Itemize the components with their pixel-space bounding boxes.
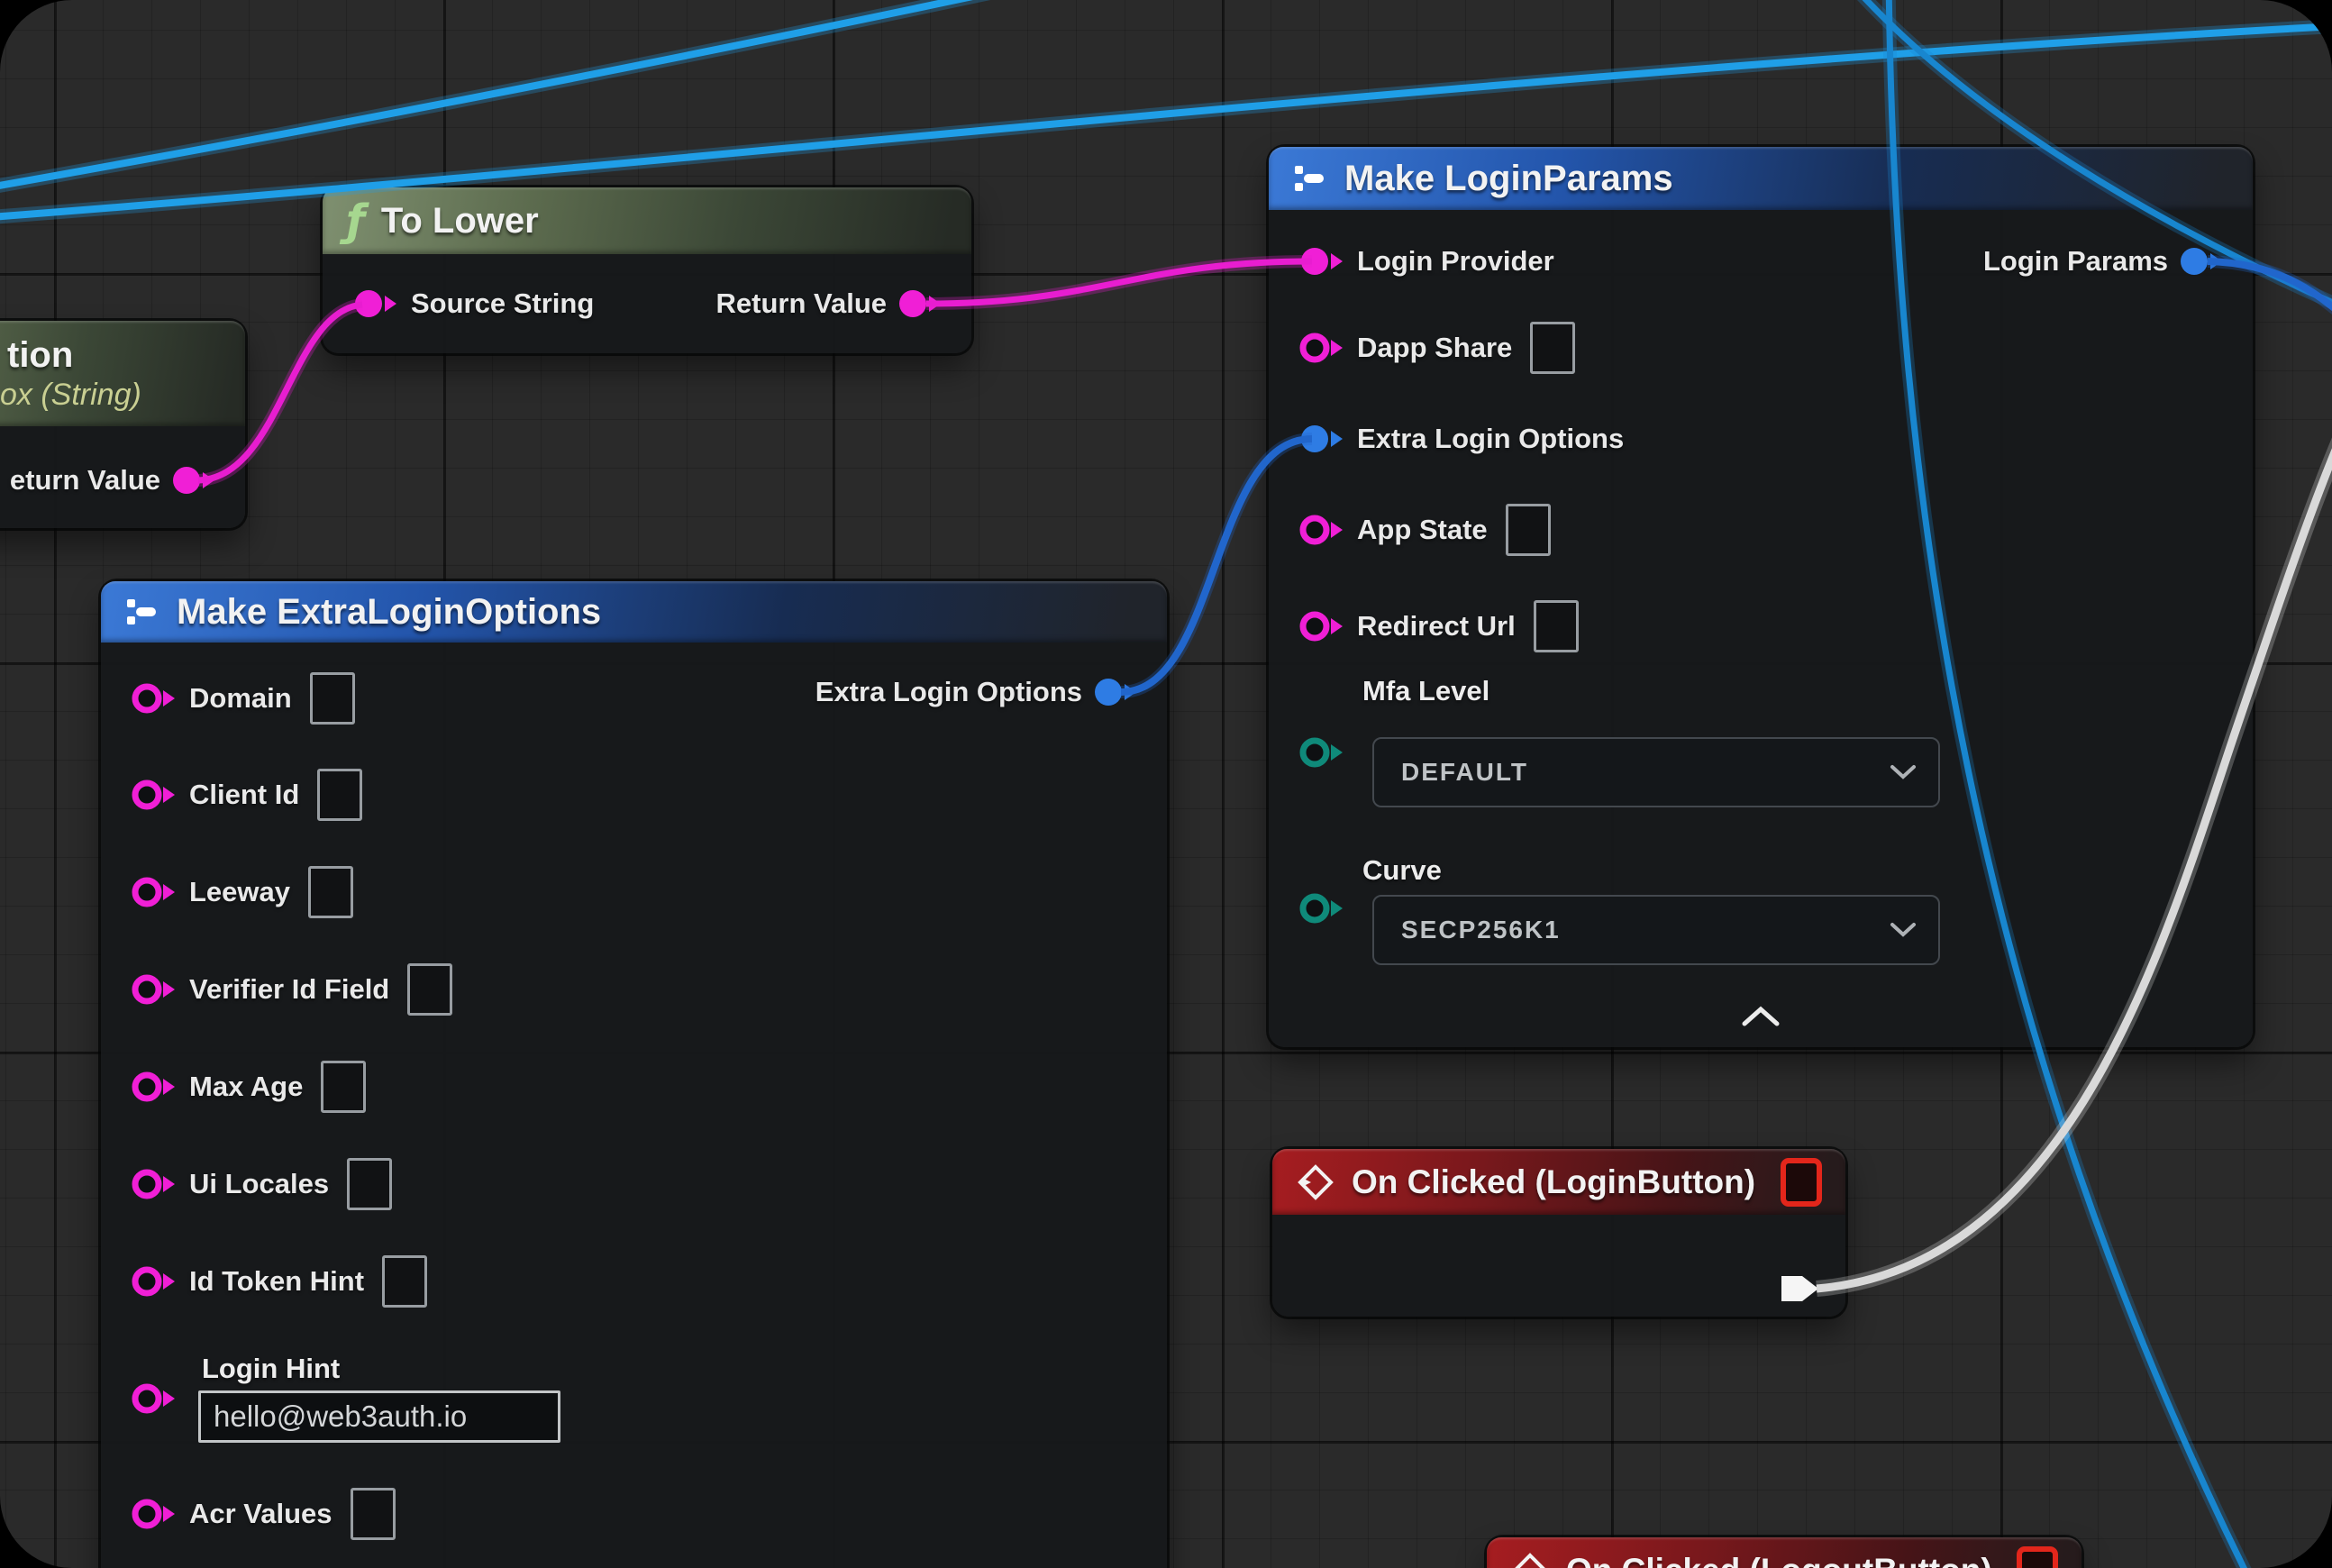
node-to-lower-header: ƒ To Lower [323,187,971,254]
wire-return-value-to-login-provider[interactable] [926,261,1312,304]
node-make-login-params-title: Make LoginParams [1344,159,1673,199]
widget-binding-icon [1781,1158,1822,1207]
node-partial-function[interactable]: tion ox (String) eturn Value [0,321,245,528]
curve-dropdown[interactable]: SECP256K1 [1372,895,1940,965]
login-hint-input-pin[interactable] [132,1381,178,1417]
verifier-id-field-input-pin[interactable] [132,971,178,1007]
leeway-checkbox[interactable] [308,866,353,918]
max-age-input-pin[interactable] [132,1069,178,1105]
node-on-clicked-login-button-header: On Clicked (LoginButton) [1272,1149,1845,1215]
app-state-checkbox[interactable] [1506,504,1551,556]
chevron-down-icon [1890,764,1917,780]
chevron-down-icon [1890,922,1917,938]
dapp-share-checkbox[interactable] [1530,322,1575,374]
make-struct-icon [1292,160,1328,196]
node-on-clicked-logout-button-header: On Clicked (LogoutButton) [1487,1537,2081,1568]
node-on-clicked-login-button-title: On Clicked (LoginButton) [1352,1163,1755,1201]
login-provider-pin-label: Login Provider [1357,245,1554,278]
redirect-url-input-pin[interactable] [1299,608,1346,644]
make-struct-icon [124,594,160,630]
exec-output-pin[interactable] [1779,1271,1822,1307]
client-id-input-pin[interactable] [132,777,178,813]
leeway-input-pin[interactable] [132,874,178,910]
node-on-clicked-login-button[interactable]: On Clicked (LoginButton) [1272,1149,1845,1317]
max-age-checkbox[interactable] [321,1061,366,1113]
login-hint-text-field[interactable] [198,1390,560,1443]
mfa-level-label: Mfa Level [1362,675,1489,707]
ui-locales-input-pin[interactable] [132,1166,178,1202]
extra-login-options-pin-label: Extra Login Options [1357,423,1624,455]
acr-values-checkbox[interactable] [351,1488,396,1540]
return-value-pin-label: eturn Value [10,464,160,497]
id-token-hint-pin-label: Id Token Hint [189,1265,364,1298]
mfa-level-input-pin[interactable] [1299,734,1346,770]
node-partial-function-title: tion [7,335,73,376]
ui-locales-pin-label: Ui Locales [189,1168,329,1200]
domain-checkbox[interactable] [310,672,355,725]
ui-locales-checkbox[interactable] [347,1158,392,1210]
event-icon [1296,1162,1335,1202]
redirect-url-checkbox[interactable] [1534,600,1579,652]
verifier-id-field-pin-label: Verifier Id Field [189,973,389,1006]
dapp-share-pin-label: Dapp Share [1357,332,1512,364]
widget-binding-icon [2017,1546,2058,1568]
node-to-lower-title: To Lower [381,201,539,242]
node-on-clicked-logout-button[interactable]: On Clicked (LogoutButton) [1487,1537,2081,1568]
client-id-checkbox[interactable] [317,769,362,821]
redirect-url-pin-label: Redirect Url [1357,610,1516,643]
node-make-extra-login-options-title: Make ExtraLoginOptions [177,592,601,633]
node-make-login-params[interactable]: Make LoginParams Login Params Login Prov… [1269,147,2253,1047]
return-value-pin-label: Return Value [716,287,888,320]
node-to-lower[interactable]: ƒ To Lower Source String Return Value [323,187,971,353]
function-icon: ƒ [346,199,365,242]
max-age-pin-label: Max Age [189,1071,303,1103]
node-make-extra-login-options[interactable]: Make ExtraLoginOptions Extra Login Optio… [101,581,1167,1568]
node-make-extra-login-options-header: Make ExtraLoginOptions [101,581,1167,643]
id-token-hint-checkbox[interactable] [382,1255,427,1308]
node-partial-function-header: tion ox (String) [0,321,245,426]
node-on-clicked-logout-button-title: On Clicked (LogoutButton) [1566,1552,1992,1568]
collapse-node-button[interactable] [1739,1005,1782,1028]
event-icon [1510,1551,1550,1568]
mfa-level-dropdown[interactable]: DEFAULT [1372,737,1940,807]
blueprint-graph-canvas[interactable]: tion ox (String) eturn Value ƒ To Lower … [0,0,2332,1568]
extra-login-options-pin-label: Extra Login Options [815,676,1082,708]
app-state-pin-label: App State [1357,514,1488,546]
node-partial-function-subtitle: ox (String) [0,378,141,413]
acr-values-input-pin[interactable] [132,1496,178,1532]
client-id-pin-label: Client Id [189,779,299,811]
id-token-hint-input-pin[interactable] [132,1263,178,1299]
login-params-pin-label: Login Params [1983,245,2168,278]
mfa-level-value: DEFAULT [1401,758,1528,787]
curve-input-pin[interactable] [1299,890,1346,926]
verifier-id-field-checkbox[interactable] [407,963,452,1016]
domain-pin-label: Domain [189,682,292,715]
dapp-share-input-pin[interactable] [1299,330,1346,366]
login-hint-label: Login Hint [202,1353,340,1385]
domain-input-pin[interactable] [132,680,178,716]
source-string-pin-label: Source String [411,287,594,320]
leeway-pin-label: Leeway [189,876,290,908]
app-state-input-pin[interactable] [1299,512,1346,548]
curve-label: Curve [1362,854,1442,887]
acr-values-pin-label: Acr Values [189,1498,332,1530]
wire-cyan-diagonal-steep[interactable] [0,0,1074,189]
curve-value: SECP256K1 [1401,916,1561,944]
